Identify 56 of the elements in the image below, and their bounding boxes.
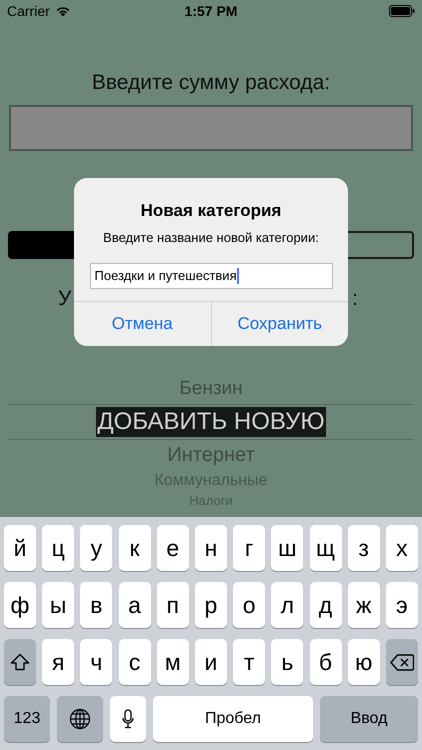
backspace-icon (390, 654, 414, 670)
letter-key[interactable]: з (348, 525, 380, 571)
dialog-button[interactable]: Отмена (74, 302, 210, 346)
letter-key[interactable]: е (156, 525, 189, 571)
label-fragment: У (58, 286, 72, 312)
backspace-key[interactable] (386, 639, 418, 685)
picker-item[interactable]: ДОБАВИТЬ НОВУЮ (96, 407, 326, 437)
letter-key[interactable]: и (194, 639, 227, 685)
letter-key[interactable]: у (80, 525, 112, 571)
label-fragment: : (352, 286, 358, 312)
status-time: 1:57 PM (184, 2, 238, 20)
letter-key[interactable]: щ (310, 525, 342, 571)
letter-key[interactable]: й (4, 525, 36, 571)
letter-key[interactable]: с (118, 639, 151, 685)
letter-key[interactable]: х (386, 525, 418, 571)
shift-key[interactable] (4, 639, 36, 685)
letter-key[interactable]: п (156, 582, 189, 628)
letter-key[interactable]: ц (42, 525, 74, 571)
letter-key[interactable]: ш (271, 525, 304, 571)
letter-key[interactable]: ч (80, 639, 112, 685)
battery-icon (389, 5, 415, 17)
letter-key[interactable]: к (118, 525, 151, 571)
letter-key[interactable]: ю (348, 639, 380, 685)
letter-key[interactable]: т (233, 639, 266, 685)
letter-key[interactable]: о (233, 582, 266, 628)
globe-icon (69, 708, 91, 730)
dictation-key[interactable] (110, 696, 146, 742)
letter-key[interactable]: м (156, 639, 189, 685)
letter-key[interactable]: н (194, 525, 227, 571)
dialog-button[interactable]: Сохранить (210, 302, 348, 346)
dialog-message: Введите название новой категории: (103, 228, 319, 247)
letter-key[interactable]: ы (42, 582, 74, 628)
letter-key[interactable]: б (310, 639, 342, 685)
letter-key[interactable]: д (310, 582, 342, 628)
numbers-key[interactable]: 123 (4, 696, 50, 742)
return-key[interactable]: Ввод (320, 696, 418, 742)
shift-icon (10, 653, 30, 671)
space-key[interactable]: Пробел (153, 696, 313, 742)
letter-key[interactable]: р (194, 582, 227, 628)
amount-field[interactable] (9, 104, 413, 150)
wifi-icon (54, 5, 71, 17)
language-key[interactable] (57, 696, 103, 742)
carrier-name: Carrier (7, 2, 50, 20)
letter-key[interactable]: ф (4, 582, 36, 628)
amount-label: Введите сумму расхода: (92, 70, 330, 96)
letter-key[interactable]: а (118, 582, 151, 628)
category-input[interactable]: Поездки и путешествия (90, 263, 332, 289)
dialog-title: Новая категория (140, 200, 282, 222)
microphone-icon (122, 709, 134, 729)
letter-key[interactable]: ь (271, 639, 304, 685)
letter-key[interactable]: я (42, 639, 74, 685)
letter-key[interactable]: л (271, 582, 304, 628)
letter-key[interactable]: г (233, 525, 266, 571)
letter-key[interactable]: э (386, 582, 418, 628)
letter-key[interactable]: в (80, 582, 112, 628)
letter-key[interactable]: ж (348, 582, 380, 628)
